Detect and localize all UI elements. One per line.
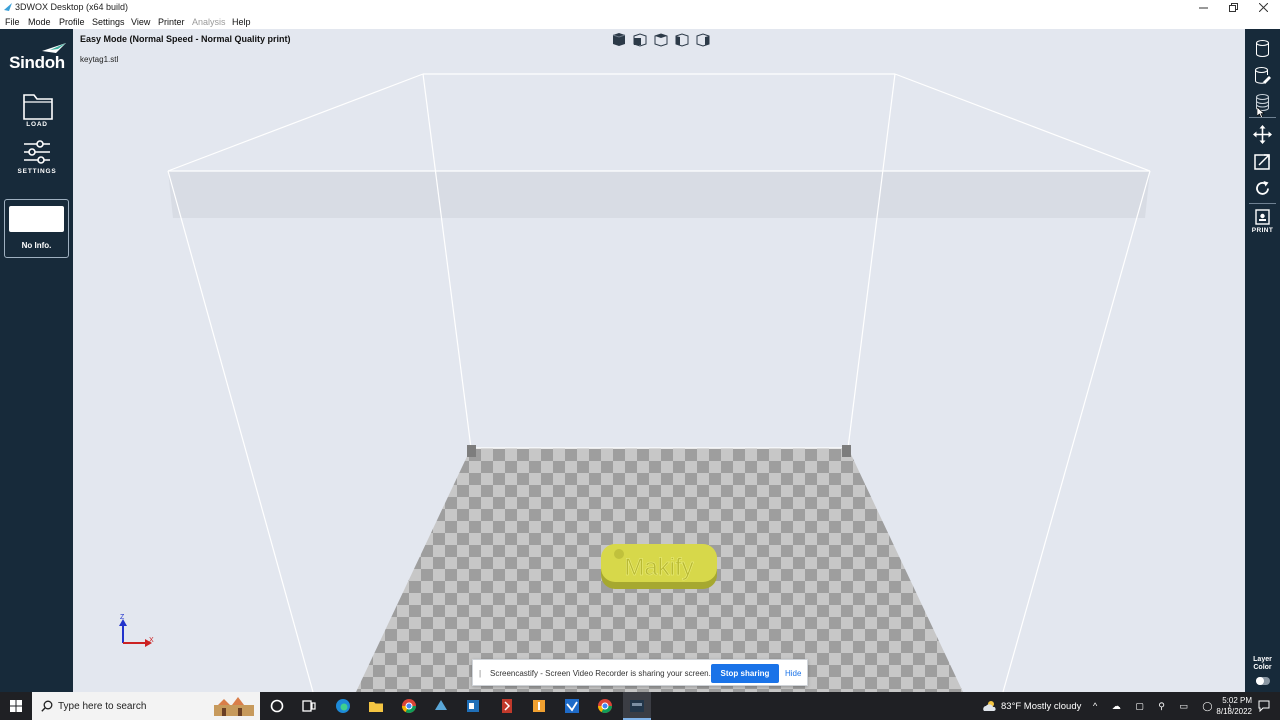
menu-view[interactable]: View [131,17,150,27]
active-app-indicator[interactable] [623,692,651,720]
share-message: Screencastify - Screen Video Recorder is… [490,669,711,678]
menu-mode[interactable]: Mode [28,17,51,27]
plate-clip-right [842,445,851,457]
stop-sharing-button[interactable]: Stop sharing [711,664,779,683]
axis-x-label: X [149,637,154,644]
windows-start-icon[interactable] [10,700,22,712]
search-icon [41,700,53,712]
view-cube-solid-icon[interactable] [610,32,626,47]
logo-mark-icon [42,43,66,53]
load-label: LOAD [26,121,48,128]
app-red-icon[interactable] [499,698,515,714]
view-buttons [610,32,710,47]
minimize-icon [1198,7,1208,9]
search-placeholder: Type here to search [58,701,147,712]
menu-profile[interactable]: Profile [59,17,85,27]
restore-button[interactable] [1218,0,1248,15]
logo-text: Sindoh [9,53,65,72]
app-orange-icon[interactable] [531,698,547,714]
search-highlight-illustration [214,697,254,716]
database-edit-icon[interactable] [1253,66,1272,85]
menu-bar: File Mode Profile Settings View Printer … [0,15,1280,29]
window-title: 3DWOX Desktop (x64 build) [15,2,129,12]
folder-icon [23,94,53,120]
mode-title: Easy Mode (Normal Speed - Normal Quality… [80,34,291,44]
printer-info-card[interactable]: No Info. [4,199,69,258]
view-top-icon[interactable] [652,32,668,47]
move-icon[interactable] [1253,125,1272,144]
view-left-icon[interactable] [673,32,689,47]
title-bar: 3DWOX Desktop (x64 build) [0,0,1280,15]
model-text: Makify [624,554,693,581]
chrome-profile-icon[interactable] [597,698,613,714]
axis-z-label: Z [120,614,125,621]
toolbar-separator [1249,117,1276,118]
print-icon[interactable] [1253,209,1272,225]
taskbar-clock[interactable]: 5:02 PM 8/18/2022 [1196,695,1252,717]
scale-icon[interactable] [1253,152,1272,171]
restore-icon [1228,3,1238,12]
task-view-icon[interactable] [301,698,317,714]
keytag-model[interactable]: Makify [601,544,717,589]
left-sidebar: Sindoh LOAD SETTINGS No Info. [0,29,73,692]
close-button[interactable] [1248,0,1278,15]
chrome-icon[interactable] [401,698,417,714]
build-volume-top-slab [168,171,1150,218]
loaded-filename: keytag1.stl [80,55,119,64]
menu-help[interactable]: Help [232,17,251,27]
view-front-icon[interactable] [631,32,647,47]
build-volume-scene: Makify Z X [119,73,1151,692]
weather-cloud-icon[interactable] [982,700,996,712]
printer-thumbnail [9,206,64,232]
minimize-button[interactable] [1188,0,1218,15]
right-toolbar: PRINT Layer Color [1245,29,1280,692]
settings-label: SETTINGS [17,168,57,175]
menu-settings[interactable]: Settings [92,17,125,27]
view-right-icon[interactable] [694,32,710,47]
load-button[interactable]: LOAD [8,91,66,131]
layer-color-label-line2: Color [1253,664,1272,671]
settings-button[interactable]: SETTINGS [8,139,66,179]
3dwox-app-icon [630,700,644,712]
layer-color-toggle[interactable] [1256,677,1270,685]
app-icon [4,3,12,11]
3d-viewport[interactable]: Makify Z X Easy Mode (Normal Speed - Nor… [73,29,1245,692]
windows-taskbar: Type here to search 83°F Mostly cloudy ^… [0,692,1280,720]
clock-date: 8/18/2022 [1216,707,1252,716]
toolbar-separator [1249,203,1276,204]
clock-time: 5:02 PM [1222,696,1252,705]
sliders-icon [24,140,50,164]
close-icon [1258,3,1268,12]
printer-info-text: No Info. [21,241,52,250]
layer-color-label: Layer Color [1245,656,1280,672]
sindoh-logo: Sindoh [6,41,68,75]
edge-icon[interactable] [335,698,351,714]
screen-share-banner: || Screencastify - Screen Video Recorder… [472,659,808,686]
menu-analysis: Analysis [192,17,226,27]
axis-gizmo: Z X [119,614,154,647]
layer-color-label-line1: Layer [1253,656,1272,663]
database-icon[interactable] [1253,39,1272,58]
app-window: 3DWOX Desktop (x64 build) File Mode Prof… [0,0,1280,720]
photos-app-icon[interactable] [433,698,449,714]
menu-printer[interactable]: Printer [158,17,185,27]
weather-text[interactable]: 83°F Mostly cloudy [1001,701,1081,712]
print-label[interactable]: PRINT [1245,227,1280,234]
cortana-icon[interactable] [269,698,285,714]
rotate-icon[interactable] [1253,179,1272,198]
app-blue-check-icon[interactable] [564,698,580,714]
menu-file[interactable]: File [5,17,20,27]
taskbar-search-box[interactable]: Type here to search [32,692,260,720]
file-explorer-icon[interactable] [368,698,384,714]
outlook-icon[interactable] [465,698,481,714]
hide-banner-button[interactable]: Hide [785,669,801,678]
plate-clip-left [467,445,476,457]
notification-icon[interactable] [1258,700,1270,712]
